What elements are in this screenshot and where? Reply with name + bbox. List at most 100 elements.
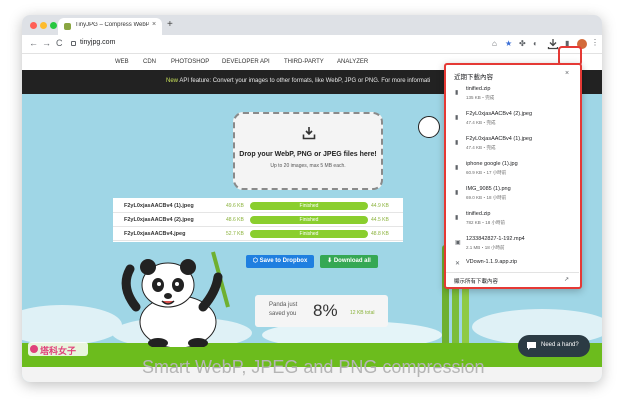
nav-photoshop[interactable]: PHOTOSHOP — [171, 59, 209, 65]
download-meta: 2.1 MB・18 小時前 — [466, 245, 505, 250]
extensions-icon[interactable]: ✤ — [519, 39, 526, 48]
download-item[interactable]: ▮ F2yL0xjasAACBv4 (1).jpeg 47.4 KB・完成 — [446, 132, 579, 157]
extension-icon[interactable]: ◐ — [533, 39, 538, 48]
address-bar[interactable]: tinyjpg.com — [80, 39, 115, 46]
savings-line-1: Panda just — [269, 302, 298, 308]
original-size: 49.6 KB — [226, 203, 244, 209]
banner-new-label: New — [166, 78, 179, 84]
results-table: F2yL0xjasAACBv4 (1).jpeg 49.6 KB Finishe… — [113, 198, 403, 242]
close-window-button[interactable] — [30, 22, 37, 29]
file-name: F2yL0xjasAACBv4.jpeg — [124, 231, 186, 237]
nav-analyzer[interactable]: ANALYZER — [337, 59, 368, 65]
file-name: F2yL0xjasAACBv4 (1).jpeg — [124, 203, 194, 209]
decorative-circle — [418, 116, 440, 138]
download-item[interactable]: ▮ tinified.zip 135 KB・完成 — [446, 82, 579, 107]
progress-bar: Finished — [250, 216, 368, 224]
progress-label: Finished — [299, 231, 319, 237]
file-icon: ▮ — [455, 190, 459, 196]
tinyjpg-favicon-icon — [64, 23, 71, 30]
tab-close-icon[interactable]: × — [152, 21, 156, 28]
savings-panel: Panda just saved you 8% 12 KB total — [255, 295, 388, 327]
file-name: F2yL0xjasAACBv4 (2).jpeg — [124, 217, 194, 223]
download-meta: 60.9 KB・17 小時前 — [466, 170, 507, 175]
dropzone-subtitle: Up to 20 images, max 5 MB each. — [270, 163, 346, 169]
download-meta: 782 KB・18 小時前 — [466, 220, 506, 225]
help-chat-button[interactable]: Need a hand? — [518, 335, 590, 357]
file-icon: ▮ — [455, 90, 459, 96]
chat-bubble-icon — [527, 342, 536, 350]
help-label: Need a hand? — [541, 342, 579, 348]
show-all-downloads-link[interactable]: 顯示所有下載內容 — [454, 277, 498, 285]
downloads-panel: 近期下載內容 × ▮ tinified.zip 135 KB・完成 ▮ F2yL… — [444, 63, 582, 289]
banner-text: New API feature: Convert your images to … — [166, 78, 430, 84]
browser-menu-icon[interactable]: ⋮ — [591, 38, 599, 47]
browser-window: TinyJPG – Compress WebP, P × + ← → C tin… — [22, 15, 602, 382]
brand-name: 塔科女子 — [40, 346, 77, 356]
download-item[interactable]: ▣ 1233842827-1-192.mp4 2.1 MB・18 小時前 — [446, 232, 579, 257]
download-file-name: iphone google (1).jpg — [466, 161, 518, 167]
bottom-heading: Smart WebP, JPEG and PNG compression — [142, 357, 485, 377]
progress-bar: Finished — [250, 230, 368, 238]
bookmark-star-icon[interactable]: ★ — [505, 39, 512, 48]
compressed-size[interactable]: 44.5 KB — [371, 217, 389, 223]
open-downloads-page-icon[interactable]: ↗ — [564, 276, 569, 283]
file-icon: ▮ — [455, 165, 459, 171]
original-size: 48.6 KB — [226, 217, 244, 223]
download-file-name: 1233842827-1-192.mp4 — [466, 236, 525, 242]
savings-percent: 8% — [313, 301, 338, 320]
download-meta: 69.0 KB・18 小時前 — [466, 195, 507, 200]
download-all-icon: ⬇ — [327, 258, 334, 264]
panda-illustration — [121, 251, 230, 347]
compressed-size[interactable]: 44.9 KB — [371, 203, 389, 209]
download-file-name: F2yL0xjasAACBv4 (2).jpeg — [466, 111, 533, 117]
lock-share-icon[interactable]: ⌂ — [492, 39, 497, 48]
lock-icon[interactable] — [71, 41, 76, 46]
reload-button[interactable]: C — [56, 38, 63, 48]
new-tab-button[interactable]: + — [167, 19, 173, 30]
table-row: F2yL0xjasAACBv4.jpeg 52.7 KB Finished 48… — [113, 227, 403, 241]
brand-logo-icon — [30, 345, 38, 353]
nav-third-party[interactable]: THIRD-PARTY — [284, 59, 324, 65]
dropzone-title: Drop your WebP, PNG or JPEG files here! — [239, 151, 377, 158]
savings-total: 12 KB total — [350, 310, 375, 316]
nav-cdn[interactable]: CDN — [143, 59, 156, 65]
file-icon: ▮ — [455, 115, 459, 121]
close-icon[interactable]: × — [565, 70, 569, 77]
download-item[interactable]: ▮ IMG_9085 (1).png 69.0 KB・18 小時前 — [446, 182, 579, 207]
download-item[interactable]: ▮ tinified.zip 782 KB・18 小時前 — [446, 207, 579, 232]
savings-line-2: saved you — [269, 311, 297, 317]
download-meta: 135 KB・完成 — [466, 95, 495, 100]
download-item[interactable]: ▮ iphone google (1).jpg 60.9 KB・17 小時前 — [446, 157, 579, 182]
progress-label: Finished — [299, 203, 319, 209]
upload-tray-icon — [302, 126, 316, 140]
download-meta: 47.4 KB・完成 — [466, 145, 496, 150]
downloads-title: 近期下載內容 — [454, 74, 493, 81]
file-dropzone[interactable]: Drop your WebP, PNG or JPEG files here! … — [233, 112, 383, 190]
zoom-window-button[interactable] — [50, 22, 57, 29]
download-file-name: F2yL0xjasAACBv4 (1).jpeg — [466, 136, 533, 142]
download-file-name: VDown-1.1.9.app.zip — [466, 259, 518, 265]
download-item[interactable]: ✕ VDown-1.1.9.app.zip — [446, 255, 579, 272]
dropbox-icon: ⬡ — [252, 258, 260, 264]
tab-title: TinyJPG – Compress WebP, P — [75, 22, 149, 28]
brand-watermark: 塔科女子 — [28, 342, 88, 356]
save-to-dropbox-button[interactable]: ⬡ Save to Dropbox — [246, 255, 314, 268]
download-file-name: IMG_9085 (1).png — [466, 186, 511, 192]
nav-developer-api[interactable]: DEVELOPER API — [222, 59, 270, 65]
browser-tab[interactable]: TinyJPG – Compress WebP, P × — [58, 18, 162, 35]
file-icon: ▮ — [455, 140, 459, 146]
progress-label: Finished — [299, 217, 319, 223]
download-item[interactable]: ▮ F2yL0xjasAACBv4 (2).jpeg 47.4 KB・完成 — [446, 107, 579, 132]
progress-bar: Finished — [250, 202, 368, 210]
dropbox-label: Save to Dropbox — [259, 258, 308, 264]
app-file-icon: ✕ — [455, 261, 461, 267]
table-row: F2yL0xjasAACBv4 (1).jpeg 49.6 KB Finishe… — [113, 199, 403, 213]
table-row: F2yL0xjasAACBv4 (2).jpeg 48.6 KB Finishe… — [113, 213, 403, 227]
compressed-size[interactable]: 48.8 KB — [371, 231, 389, 237]
video-file-icon: ▣ — [455, 240, 461, 246]
nav-web[interactable]: WEB — [115, 59, 129, 65]
download-all-button[interactable]: ⬇ Download all — [320, 255, 378, 268]
forward-button[interactable]: → — [42, 38, 51, 48]
back-button[interactable]: ← — [29, 38, 38, 48]
minimize-window-button[interactable] — [40, 22, 47, 29]
